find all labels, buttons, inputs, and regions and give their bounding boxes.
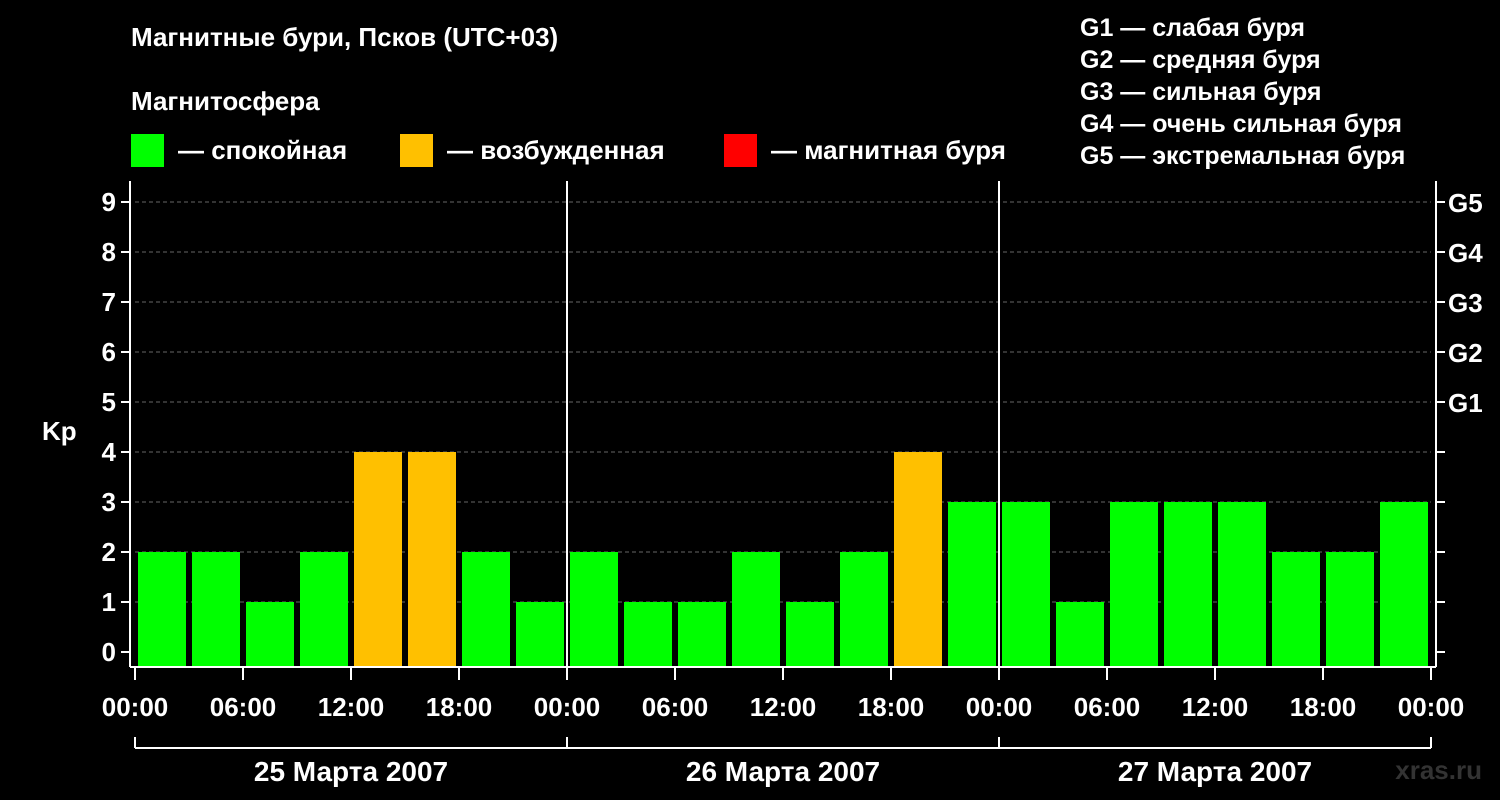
kp-bar-12 bbox=[786, 602, 834, 667]
kp-bar-2 bbox=[246, 602, 294, 667]
kp-bar-18 bbox=[1110, 502, 1158, 667]
x-tick-label-6: 12:00 bbox=[750, 692, 817, 722]
right-tick-label-g3: G3 bbox=[1448, 288, 1483, 318]
kp-bar-15 bbox=[948, 502, 996, 667]
x-tick-label-4: 00:00 bbox=[534, 692, 601, 722]
y-tick-label-5: 5 bbox=[102, 387, 116, 417]
watermark: xras.ru bbox=[1395, 755, 1482, 785]
y-axis-label: Kp bbox=[42, 416, 77, 446]
y-tick-label-0: 0 bbox=[102, 637, 116, 667]
kp-bar-23 bbox=[1380, 502, 1428, 667]
right-tick-label-g4: G4 bbox=[1448, 238, 1483, 268]
x-tick-label-3: 18:00 bbox=[426, 692, 493, 722]
x-tick-label-1: 06:00 bbox=[210, 692, 277, 722]
kp-bar-chart: 0 1 2 3 4 5 6 7 8 9 G1 G2 G3 G4 G5 Kp 00:00 06:00 12:00 18:… bbox=[42, 181, 1483, 787]
x-tick-label-9: 06:00 bbox=[1074, 692, 1141, 722]
kp-bar-20 bbox=[1218, 502, 1266, 667]
y-tick-label-8: 8 bbox=[102, 237, 116, 267]
y-tick-label-1: 1 bbox=[102, 587, 116, 617]
kp-bar-17 bbox=[1056, 602, 1104, 667]
y-tick-label-4: 4 bbox=[102, 437, 117, 467]
y-tick-label-3: 3 bbox=[102, 487, 116, 517]
day-label-0: 25 Марта 2007 bbox=[254, 756, 448, 787]
x-tick-label-8: 00:00 bbox=[966, 692, 1033, 722]
right-tick-label-g1: G1 bbox=[1448, 388, 1483, 418]
kp-bar-5 bbox=[408, 452, 456, 667]
kp-bar-0 bbox=[138, 552, 186, 667]
x-tick-label-10: 12:00 bbox=[1182, 692, 1249, 722]
kp-bar-10 bbox=[678, 602, 726, 667]
kp-bar-11 bbox=[732, 552, 780, 667]
y-tick-label-9: 9 bbox=[102, 187, 116, 217]
x-tick-label-7: 18:00 bbox=[858, 692, 925, 722]
kp-bar-3 bbox=[300, 552, 348, 667]
kp-bar-22 bbox=[1326, 552, 1374, 667]
x-tick-label-5: 06:00 bbox=[642, 692, 709, 722]
kp-bar-14 bbox=[894, 452, 942, 667]
y-tick-label-7: 7 bbox=[102, 287, 116, 317]
x-tick-label-12: 00:00 bbox=[1398, 692, 1465, 722]
y-tick-label-2: 2 bbox=[102, 537, 116, 567]
kp-bar-6 bbox=[462, 552, 510, 667]
kp-bar-9 bbox=[624, 602, 672, 667]
kp-bar-1 bbox=[192, 552, 240, 667]
kp-bar-19 bbox=[1164, 502, 1212, 667]
x-tick-label-2: 12:00 bbox=[318, 692, 385, 722]
right-tick-label-g5: G5 bbox=[1448, 188, 1483, 218]
kp-bar-16 bbox=[1002, 502, 1050, 667]
day-label-2: 27 Марта 2007 bbox=[1118, 756, 1312, 787]
kp-bar-4 bbox=[354, 452, 402, 667]
kp-bar-8 bbox=[570, 552, 618, 667]
x-tick-label-0: 00:00 bbox=[102, 692, 169, 722]
day-label-1: 26 Марта 2007 bbox=[686, 756, 880, 787]
right-tick-label-g2: G2 bbox=[1448, 338, 1483, 368]
kp-bar-21 bbox=[1272, 552, 1320, 667]
kp-bar-7 bbox=[516, 602, 564, 667]
kp-bar-13 bbox=[840, 552, 888, 667]
y-tick-label-6: 6 bbox=[102, 337, 116, 367]
x-tick-label-11: 18:00 bbox=[1290, 692, 1357, 722]
